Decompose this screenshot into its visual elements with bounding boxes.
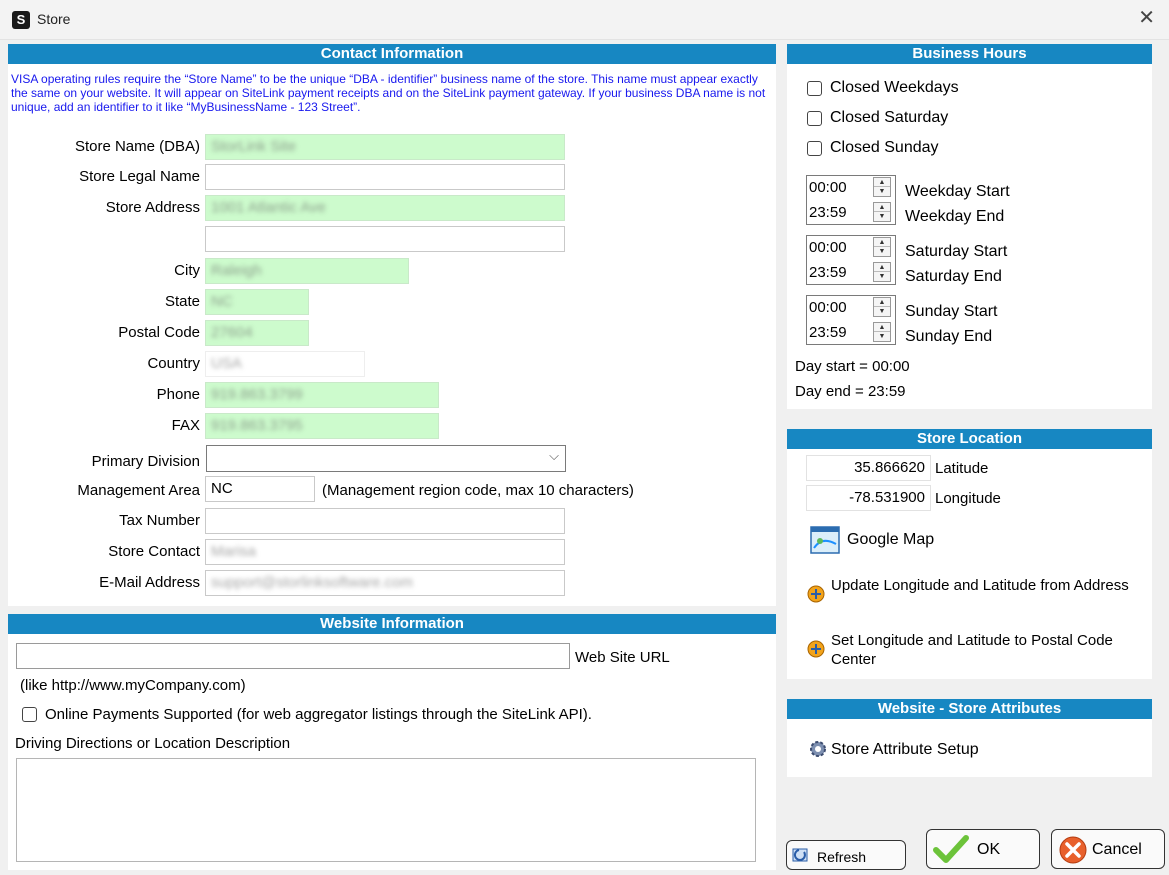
store-contact-label: Store Contact <box>108 543 200 560</box>
legal-name-label: Store Legal Name <box>79 168 200 185</box>
checkmark-icon <box>933 835 969 863</box>
address-line2-field[interactable] <box>205 226 565 252</box>
title-bar: S Store ✕ <box>0 0 1169 40</box>
store-attributes-header: Website - Store Attributes <box>787 699 1152 719</box>
refresh-icon <box>792 846 812 864</box>
day-end-info: Day end = 23:59 <box>795 383 906 400</box>
cancel-icon <box>1058 835 1088 865</box>
longitude-field[interactable]: -78.531900 <box>806 485 931 511</box>
state-label: State <box>164 293 200 310</box>
closed-weekdays-label: Closed Weekdays <box>830 79 959 96</box>
set-postal-center-link[interactable]: Set Longitude and Latitude to Postal Cod… <box>831 631 1131 669</box>
saturday-start-label: Saturday Start <box>905 243 1008 260</box>
refresh-button[interactable]: Refresh <box>786 840 906 870</box>
closed-weekdays-checkbox[interactable] <box>807 81 822 96</box>
update-from-address-link[interactable]: Update Longitude and Latitude from Addre… <box>831 576 1131 595</box>
store-contact-field[interactable]: Marisa <box>205 539 565 565</box>
sunday-end-time[interactable]: 23:59 <box>809 324 847 341</box>
email-field[interactable]: support@storlinksoftware.com <box>205 570 565 596</box>
website-url-label: Web Site URL <box>575 649 670 666</box>
state-field[interactable]: NC <box>205 289 309 315</box>
google-map-link[interactable]: Google Map <box>847 531 934 549</box>
weekday-start-spinner[interactable]: ▲ ▼ <box>873 177 891 197</box>
sunday-start-spinner[interactable]: ▲ ▼ <box>873 297 891 317</box>
set-postal-center-icon <box>806 639 826 659</box>
country-label: Country <box>147 355 200 372</box>
closed-sunday-label: Closed Sunday <box>830 139 939 156</box>
business-hours-header: Business Hours <box>787 44 1152 64</box>
sunday-end-spinner[interactable]: ▲ ▼ <box>873 322 891 342</box>
cancel-button[interactable]: Cancel <box>1051 829 1165 869</box>
management-area-field[interactable]: NC <box>205 476 315 502</box>
closed-saturday-label: Closed Saturday <box>830 109 949 126</box>
store-name-field[interactable]: StorLink Site <box>205 134 565 160</box>
closed-saturday-checkbox[interactable] <box>807 111 822 126</box>
window-title: Store <box>37 11 71 27</box>
sunday-start-label: Sunday Start <box>905 303 998 320</box>
tax-number-label: Tax Number <box>119 512 200 529</box>
weekday-end-spinner[interactable]: ▲ ▼ <box>873 202 891 222</box>
google-map-icon <box>810 526 840 554</box>
longitude-label: Longitude <box>935 490 1001 507</box>
website-url-field[interactable] <box>16 643 570 669</box>
chevron-down-icon: ⌵ <box>549 448 559 463</box>
saturday-end-spinner[interactable]: ▲ ▼ <box>873 262 891 282</box>
weekday-start-time[interactable]: 00:00 <box>809 179 847 196</box>
weekday-start-label: Weekday Start <box>905 183 1010 200</box>
sunday-end-label: Sunday End <box>905 328 993 345</box>
contact-header: Contact Information <box>8 44 776 64</box>
latitude-label: Latitude <box>935 460 989 477</box>
store-address-label: Store Address <box>105 199 200 216</box>
city-field[interactable]: Raleigh <box>205 258 409 284</box>
ok-button[interactable]: OK <box>926 829 1040 869</box>
management-area-hint: (Management region code, max 10 characte… <box>322 482 634 499</box>
visa-notice: VISA operating rules require the “Store … <box>11 72 766 114</box>
country-field[interactable]: USA <box>205 351 365 377</box>
fax-field[interactable]: 919.863.3795 <box>205 413 439 439</box>
saturday-start-time[interactable]: 00:00 <box>809 239 847 256</box>
day-start-info: Day start = 00:00 <box>795 358 910 375</box>
tax-number-field[interactable] <box>205 508 565 534</box>
store-attribute-setup-link[interactable]: Store Attribute Setup <box>831 741 979 759</box>
city-label: City <box>174 262 200 279</box>
close-icon[interactable]: ✕ <box>1138 8 1155 28</box>
website-url-hint: (like http://www.myCompany.com) <box>20 677 246 694</box>
closed-sunday-checkbox[interactable] <box>807 141 822 156</box>
fax-label: FAX <box>171 417 200 434</box>
primary-division-label: Primary Division <box>91 453 200 470</box>
primary-division-select[interactable]: ⌵ <box>206 445 566 472</box>
update-location-icon <box>806 584 826 604</box>
sunday-start-time[interactable]: 00:00 <box>809 299 847 316</box>
gear-icon <box>809 740 827 758</box>
directions-label: Driving Directions or Location Descripti… <box>15 735 291 752</box>
app-logo-icon: S <box>12 11 30 29</box>
postal-code-label: Postal Code <box>118 324 200 341</box>
store-name-label: Store Name (DBA) <box>74 138 200 155</box>
address-line1-field[interactable]: 1001 Atlantic Ave <box>205 195 565 221</box>
online-payments-checkbox[interactable] <box>22 707 37 722</box>
weekday-end-time[interactable]: 23:59 <box>809 204 847 221</box>
latitude-field[interactable]: 35.866620 <box>806 455 931 481</box>
saturday-end-time[interactable]: 23:59 <box>809 264 847 281</box>
saturday-start-spinner[interactable]: ▲ ▼ <box>873 237 891 257</box>
store-attributes-panel: Website - Store Attributes <box>787 699 1152 777</box>
weekday-end-label: Weekday End <box>905 208 1005 225</box>
phone-label: Phone <box>156 386 200 403</box>
email-label: E-Mail Address <box>99 574 200 591</box>
management-area-label: Management Area <box>77 482 200 499</box>
website-header: Website Information <box>8 614 776 634</box>
postal-code-field[interactable]: 27604 <box>205 320 309 346</box>
saturday-end-label: Saturday End <box>905 268 1002 285</box>
phone-field[interactable]: 919.863.3799 <box>205 382 439 408</box>
online-payments-label: Online Payments Supported (for web aggre… <box>45 706 592 723</box>
store-location-header: Store Location <box>787 429 1152 449</box>
business-hours-panel: Business Hours <box>787 44 1152 409</box>
directions-textarea[interactable] <box>16 758 756 862</box>
legal-name-field[interactable] <box>205 164 565 190</box>
